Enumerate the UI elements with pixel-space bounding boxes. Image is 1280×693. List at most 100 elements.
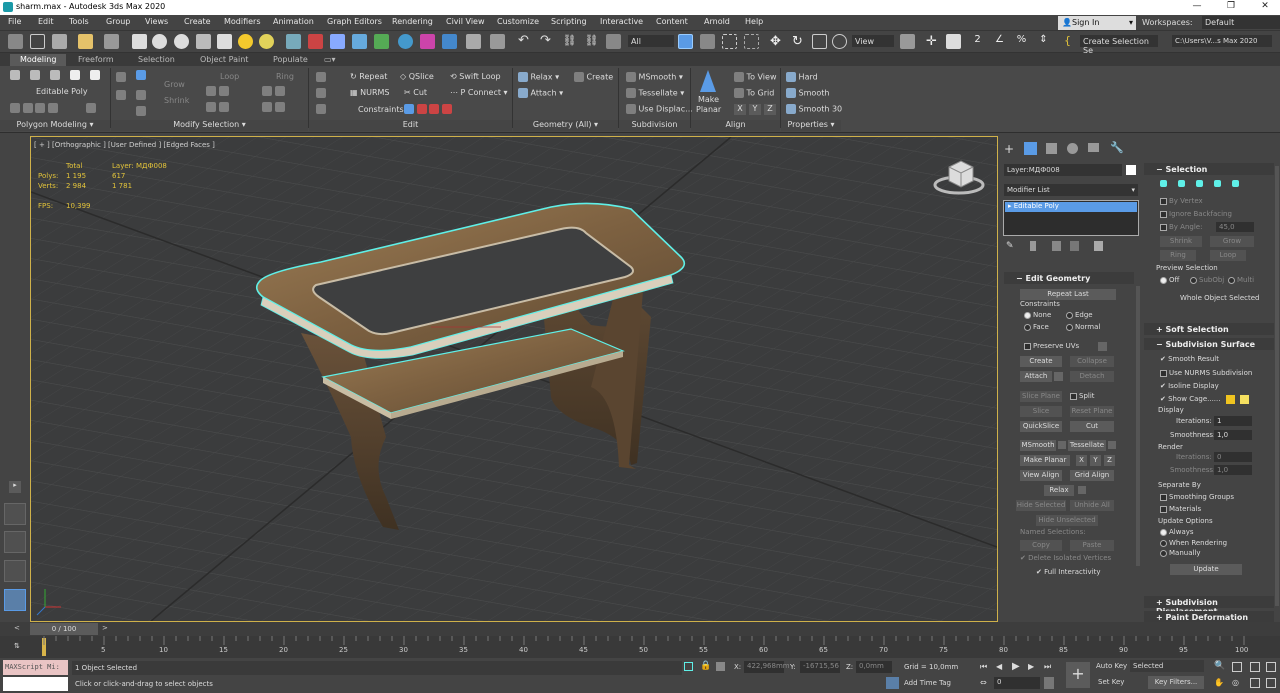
spinner-snap-icon[interactable]: ⇕ bbox=[1036, 34, 1051, 49]
ring-tool-icon[interactable] bbox=[274, 102, 285, 112]
go-to-end-icon[interactable]: ⏭ bbox=[1044, 662, 1051, 672]
constraint-face-radio[interactable]: Face bbox=[1024, 323, 1049, 331]
smooth-result-checkbox[interactable]: ✔ Smooth Result bbox=[1160, 355, 1219, 363]
paste-button[interactable]: Paste bbox=[1070, 540, 1114, 551]
expand-icon[interactable]: ▸ bbox=[9, 481, 21, 493]
attach-button[interactable]: Attach bbox=[1020, 371, 1052, 382]
select-link-icon[interactable]: ⛓ bbox=[562, 34, 577, 49]
show-end-result-icon[interactable] bbox=[1030, 241, 1036, 251]
ring-tool-icon[interactable] bbox=[262, 86, 272, 96]
edit-icon[interactable] bbox=[316, 88, 326, 98]
key-set-dropdown[interactable]: Selected bbox=[1130, 660, 1204, 672]
percent-snap-icon[interactable]: % bbox=[1014, 34, 1029, 49]
loop-tool-icon[interactable] bbox=[218, 102, 229, 112]
time-configuration-icon[interactable] bbox=[1044, 677, 1054, 689]
preview-subobj-radio[interactable]: SubObj bbox=[1190, 276, 1224, 284]
link-icon[interactable] bbox=[30, 34, 45, 49]
ribbon-options-icon[interactable]: ▭▾ bbox=[320, 54, 340, 66]
msmooth-button[interactable]: MSmooth bbox=[1020, 440, 1056, 451]
current-frame-field[interactable]: 0 bbox=[994, 677, 1040, 689]
hard-button[interactable]: Hard bbox=[786, 72, 818, 82]
absolute-mode-icon[interactable] bbox=[716, 662, 725, 671]
hide-selected-button[interactable]: Hide Selected bbox=[1016, 500, 1066, 511]
configure-modifier-sets-icon[interactable] bbox=[1094, 241, 1103, 251]
polygon-mode-icon[interactable] bbox=[1214, 179, 1221, 188]
material-icon[interactable] bbox=[398, 34, 413, 49]
view-align-button[interactable]: View Align bbox=[1020, 470, 1062, 481]
make-planar-button[interactable]: Make Planar bbox=[1020, 455, 1070, 466]
teapot-icon[interactable] bbox=[196, 34, 211, 49]
y-coord-field[interactable]: -16715,56 bbox=[800, 661, 840, 673]
undo-icon[interactable]: ↶ bbox=[516, 34, 531, 49]
element-icon[interactable] bbox=[90, 70, 100, 80]
viewport[interactable] bbox=[30, 136, 998, 622]
rectangular-selection-icon[interactable] bbox=[722, 34, 737, 49]
to-view-button[interactable]: To View bbox=[734, 72, 777, 82]
geosphere-icon[interactable] bbox=[174, 34, 189, 49]
go-to-start-icon[interactable]: ⏮ bbox=[980, 662, 987, 672]
full-interactivity-checkbox[interactable]: ✔ Full Interactivity bbox=[1036, 568, 1101, 576]
minimize-icon[interactable]: — bbox=[1186, 1, 1208, 14]
rotate-icon[interactable]: ↻ bbox=[790, 34, 805, 49]
p-connect-button[interactable]: ⋯ P Connect ▾ bbox=[450, 88, 508, 97]
viewport-layout-icon[interactable] bbox=[4, 560, 26, 582]
polygon-icon[interactable] bbox=[70, 70, 80, 80]
menu-interactive[interactable]: Interactive bbox=[600, 17, 643, 26]
edit-named-selection-icon[interactable]: { bbox=[1060, 34, 1075, 49]
menu-animation[interactable]: Animation bbox=[273, 17, 314, 26]
planar-z-button[interactable]: Z bbox=[1104, 455, 1115, 466]
select-object-icon[interactable] bbox=[678, 34, 693, 49]
update-when-rendering-radio[interactable]: When Rendering bbox=[1160, 539, 1227, 547]
set-key-icon[interactable]: + bbox=[1066, 662, 1090, 688]
modeling-tool-icon[interactable] bbox=[47, 103, 58, 113]
zoom-extents-icon[interactable] bbox=[1250, 662, 1260, 672]
render-iterations-spinner[interactable]: 0 bbox=[1214, 452, 1252, 462]
align-z-button[interactable]: Z bbox=[764, 104, 776, 115]
swift-loop-button[interactable]: ⟲ Swift Loop bbox=[450, 72, 501, 81]
viewport-layout-icon[interactable] bbox=[4, 503, 26, 525]
ignore-backfacing-checkbox[interactable]: Ignore Backfacing bbox=[1160, 210, 1232, 218]
polygon-modeling-section[interactable]: Polygon Modeling ▾ bbox=[0, 120, 110, 131]
msmooth-button[interactable]: MSmooth ▾ bbox=[626, 72, 683, 82]
fov-icon[interactable] bbox=[1250, 678, 1260, 688]
maximize-viewport-icon[interactable] bbox=[1266, 678, 1276, 688]
geometry-section[interactable]: Geometry (All) ▾ bbox=[513, 120, 618, 131]
qslice-button[interactable]: ◇ QSlice bbox=[400, 72, 434, 81]
constraint-edge-icon[interactable] bbox=[416, 104, 427, 114]
render-production-icon[interactable] bbox=[490, 34, 505, 49]
modify-selection-icon[interactable] bbox=[116, 90, 126, 100]
subdivision-section[interactable]: Subdivision bbox=[619, 120, 690, 131]
timeline[interactable]: ⇅ 5 10 15 20 25 30 35 40 45 50 55 60 65 … bbox=[0, 636, 1280, 658]
placement-icon[interactable] bbox=[832, 34, 847, 49]
selection-rollout-header[interactable]: − Selection bbox=[1144, 163, 1274, 175]
snaps-toggle-icon[interactable]: 2 bbox=[970, 34, 985, 49]
tessellate-button[interactable]: Tessellate ▾ bbox=[626, 88, 684, 98]
reset-plane-button[interactable]: Reset Plane bbox=[1070, 406, 1114, 417]
constraint-face-icon[interactable] bbox=[429, 104, 440, 114]
reference-coordinate-dropdown[interactable]: View bbox=[852, 35, 894, 47]
angle-spinner[interactable]: 45,0 bbox=[1216, 222, 1254, 232]
show-cage-checkbox[interactable]: ✔ Show Cage...... bbox=[1160, 395, 1220, 403]
object-color-swatch[interactable] bbox=[1126, 165, 1136, 175]
x-coord-field[interactable]: 422,968mm bbox=[744, 661, 790, 673]
modify-selection-icon[interactable] bbox=[116, 72, 126, 82]
modeling-tool-icon[interactable] bbox=[35, 103, 46, 113]
edit-section[interactable]: Edit bbox=[309, 120, 512, 131]
timeline-settings-icon[interactable]: ⇅ bbox=[14, 642, 20, 650]
play-icon[interactable]: ▶ bbox=[1012, 661, 1020, 672]
quickslice-button[interactable]: QuickSlice bbox=[1020, 421, 1062, 432]
particles-icon[interactable] bbox=[286, 34, 301, 49]
pivot-icon[interactable] bbox=[900, 34, 915, 49]
menu-rendering[interactable]: Rendering bbox=[392, 17, 433, 26]
constraint-none-radio[interactable]: None bbox=[1024, 311, 1051, 319]
bind-space-warp-icon[interactable] bbox=[104, 34, 119, 49]
display-panel-icon[interactable] bbox=[1088, 143, 1099, 152]
render-icon[interactable] bbox=[466, 34, 481, 49]
keyboard-shortcut-icon[interactable] bbox=[946, 34, 961, 49]
time-slider[interactable]: < 0 / 100 > bbox=[0, 622, 1280, 636]
time-slider-right-arrow-icon[interactable]: > bbox=[102, 624, 108, 632]
menu-graph-editors[interactable]: Graph Editors bbox=[327, 17, 382, 26]
update-manually-radio[interactable]: Manually bbox=[1160, 549, 1201, 557]
tab-freeform[interactable]: Freeform bbox=[68, 54, 124, 66]
modify-selection-icon[interactable] bbox=[136, 106, 146, 116]
